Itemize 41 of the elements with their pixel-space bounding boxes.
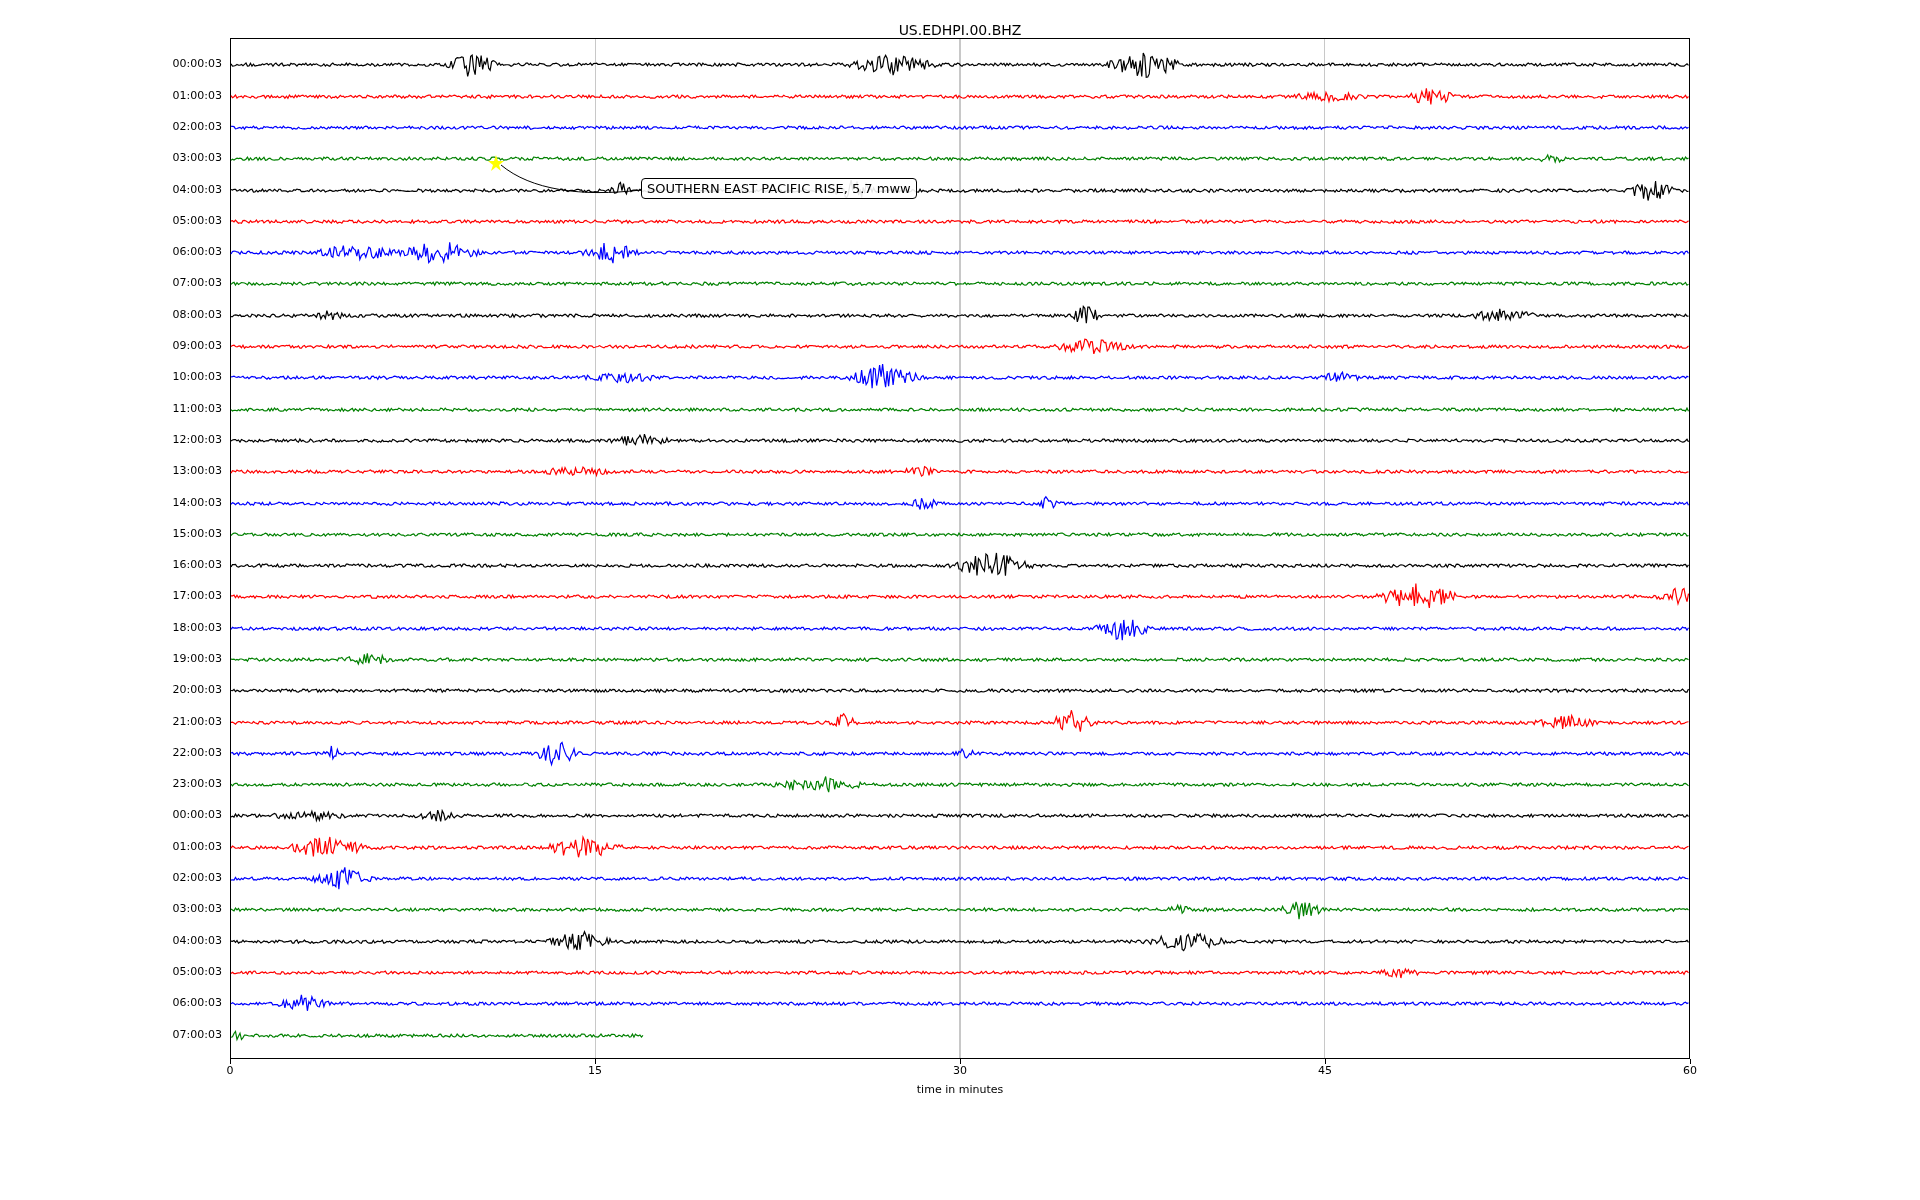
time-label: 17:00:03 bbox=[172, 588, 222, 605]
time-label: 07:00:03 bbox=[172, 1026, 222, 1043]
event-annotation: SOUTHERN EAST PACIFIC RISE, 5.7 mww bbox=[641, 178, 917, 199]
time-label: 09:00:03 bbox=[172, 338, 222, 354]
time-label: 00:00:03 bbox=[172, 807, 222, 824]
time-label: 08:00:03 bbox=[172, 306, 222, 323]
time-label: 05:00:03 bbox=[172, 212, 222, 229]
time-label: 16:00:03 bbox=[172, 557, 222, 574]
time-label: 14:00:03 bbox=[172, 494, 222, 511]
time-label: 05:00:03 bbox=[172, 963, 222, 980]
time-label: 03:00:03 bbox=[172, 901, 222, 918]
time-label: 12:00:03 bbox=[172, 431, 222, 448]
time-label: 15:00:03 bbox=[172, 525, 222, 542]
time-label: 18:00:03 bbox=[172, 619, 222, 636]
time-label: 07:00:03 bbox=[172, 275, 222, 292]
axis-tick-label: 15 bbox=[575, 1059, 615, 1077]
time-label: 19:00:03 bbox=[172, 651, 222, 667]
axis-tick-label: 60 bbox=[1670, 1059, 1710, 1077]
time-label: 04:00:03 bbox=[172, 932, 222, 949]
time-label: 21:00:03 bbox=[172, 713, 222, 730]
time-label: 00:00:03 bbox=[172, 56, 222, 73]
time-label: 23:00:03 bbox=[172, 776, 222, 793]
axis-tick-label: 0 bbox=[210, 1059, 250, 1077]
axis-tick-label: 30 bbox=[940, 1059, 980, 1077]
time-label: 13:00:03 bbox=[172, 463, 222, 480]
star-icon bbox=[488, 155, 504, 171]
time-label: 22:00:03 bbox=[172, 744, 222, 761]
time-label: 06:00:03 bbox=[172, 995, 222, 1012]
chart-title: US.EDHPI.00.BHZ bbox=[897, 21, 1023, 38]
time-label: 03:00:03 bbox=[172, 150, 222, 167]
axis-tick-label: 45 bbox=[1305, 1059, 1345, 1077]
axis-title: time in minutes bbox=[915, 1083, 1005, 1096]
time-label: 02:00:03 bbox=[172, 870, 222, 887]
time-label: 04:00:03 bbox=[172, 181, 222, 198]
time-label: 01:00:03 bbox=[172, 838, 222, 855]
time-label: 01:00:03 bbox=[172, 87, 222, 104]
time-label: 20:00:03 bbox=[172, 682, 222, 699]
time-label: 10:00:03 bbox=[172, 369, 222, 386]
time-label: 02:00:03 bbox=[172, 118, 222, 135]
time-label: 11:00:03 bbox=[172, 400, 222, 417]
time-label: 06:00:03 bbox=[172, 244, 222, 261]
